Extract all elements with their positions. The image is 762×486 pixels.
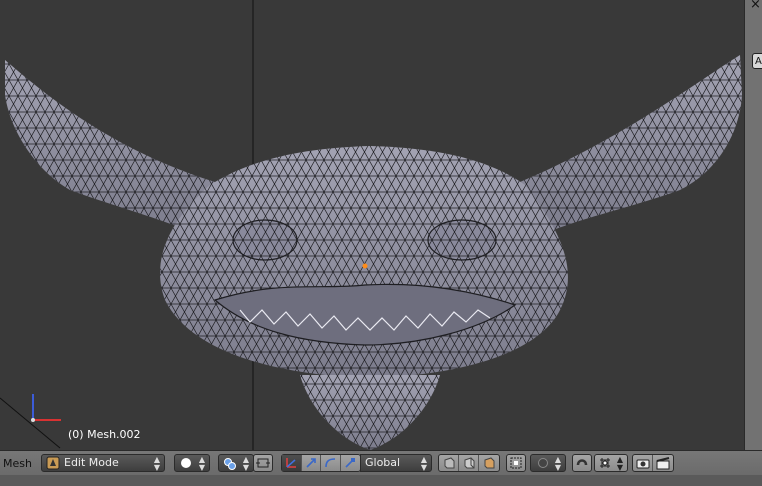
mesh-wireframe — [0, 0, 742, 450]
editor-menu-label[interactable]: Mesh — [3, 457, 32, 470]
3d-viewport[interactable]: (0) Mesh.002 — [0, 0, 744, 450]
viewport-shading-dropdown[interactable]: ▲ ▼ — [174, 454, 210, 472]
snap-element-icon — [600, 458, 610, 468]
close-icon[interactable]: × — [750, 0, 761, 12]
mesh-select-mode — [438, 454, 500, 472]
proportional-edit-dropdown[interactable]: ▲ ▼ — [530, 454, 566, 472]
manipulator-translate-arrow-icon[interactable] — [302, 455, 321, 471]
manipulator-icon[interactable] — [254, 455, 272, 471]
pivot-point-dropdown[interactable]: ▲ ▼ — [218, 454, 254, 472]
left-ear — [5, 60, 215, 235]
chevron-updown-icon: ▲ ▼ — [198, 455, 205, 472]
camera-render-icon[interactable] — [633, 455, 653, 471]
vertex-select-icon[interactable] — [439, 455, 459, 471]
panel-tab[interactable]: A — [752, 53, 762, 69]
viewport-header: Mesh Edit Mode ▲ ▼ ▲ ▼ ▲ ▼ Global ▲ ▼ ▲ … — [0, 450, 762, 476]
face-select-icon[interactable] — [479, 455, 499, 471]
chevron-updown-icon: ▲ ▼ — [242, 455, 249, 472]
chevron-updown-icon: ▲ ▼ — [153, 455, 160, 472]
edge-select-icon[interactable] — [459, 455, 479, 471]
limit-selection-icon[interactable] — [507, 455, 525, 471]
chevron-updown-icon: ▲ ▼ — [616, 455, 623, 472]
render-buttons — [632, 454, 674, 472]
tool-shelf-panel[interactable]: × A — [744, 0, 762, 450]
clapperboard-icon[interactable] — [653, 455, 673, 471]
pivot-point-icon — [224, 458, 236, 470]
transform-manipulators — [281, 454, 361, 472]
chevron-updown-icon: ▲ ▼ — [554, 455, 561, 472]
snap-magnet-icon[interactable] — [573, 455, 591, 471]
snap-toggle[interactable] — [572, 454, 592, 472]
head-mesh — [160, 146, 568, 450]
edit-mode-icon — [46, 456, 60, 470]
axis-gizmo — [31, 394, 61, 422]
manipulator-rotate-icon[interactable] — [321, 455, 341, 471]
snap-element-dropdown[interactable]: ▲ ▼ — [594, 454, 628, 472]
selected-vertex — [362, 263, 368, 269]
right-ear — [520, 55, 742, 235]
manipulator-toggle[interactable] — [253, 454, 273, 472]
mode-dropdown[interactable]: Edit Mode ▲ ▼ — [41, 454, 165, 472]
manipulator-scale-icon[interactable] — [341, 455, 360, 471]
occlusion-toggle[interactable] — [506, 454, 526, 472]
proportional-edit-icon — [538, 458, 548, 468]
bottom-strip — [0, 475, 762, 486]
solid-sphere-icon — [181, 458, 191, 468]
chevron-updown-icon: ▲ ▼ — [420, 455, 427, 472]
object-name-label: (0) Mesh.002 — [68, 428, 141, 441]
transform-orientation-dropdown[interactable]: Global ▲ ▼ — [360, 454, 432, 472]
manipulator-translate-icon[interactable] — [282, 455, 302, 471]
